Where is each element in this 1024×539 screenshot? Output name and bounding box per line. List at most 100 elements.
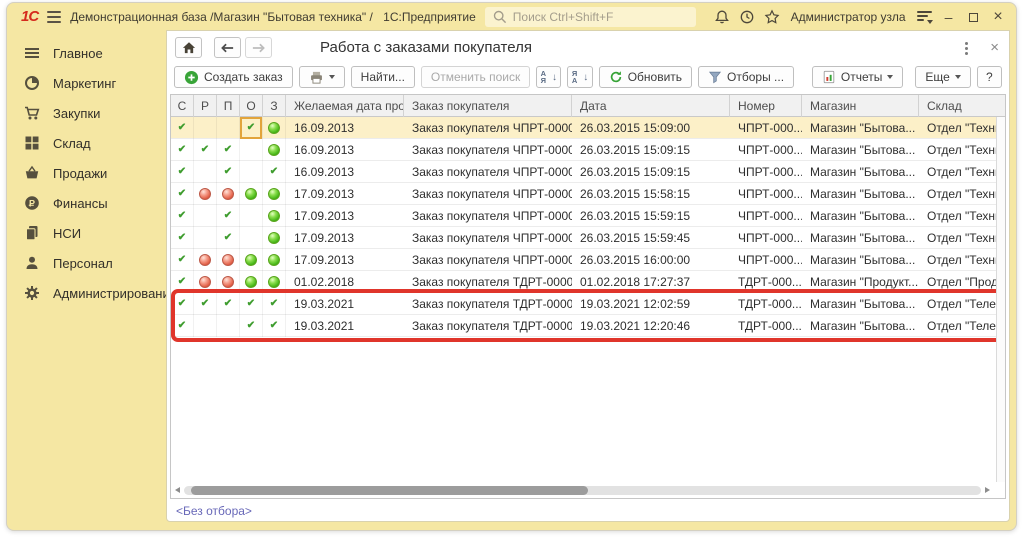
column-header-date[interactable]: Дата <box>572 95 730 117</box>
desired-date-cell[interactable]: 19.03.2021 <box>286 293 404 315</box>
status-cell[interactable] <box>194 161 217 183</box>
status-cell[interactable] <box>240 227 263 249</box>
status-cell[interactable] <box>217 315 240 337</box>
status-cell[interactable] <box>240 183 263 205</box>
status-cell[interactable] <box>217 183 240 205</box>
warehouse-cell[interactable]: Отдел "Техника д <box>919 227 996 249</box>
desired-date-cell[interactable]: 17.09.2013 <box>286 183 404 205</box>
status-cell[interactable] <box>263 205 286 227</box>
number-cell[interactable]: ЧПРТ-000... <box>730 139 802 161</box>
column-header-r[interactable]: Р <box>194 95 217 117</box>
status-cell[interactable]: ✔ <box>217 205 240 227</box>
status-cell[interactable]: ✔ <box>171 293 194 315</box>
order-cell[interactable]: Заказ покупателя ЧПРТ-00000... <box>404 161 572 183</box>
status-cell[interactable] <box>194 183 217 205</box>
sidebar-item-sklad[interactable]: Склад <box>7 128 166 158</box>
shop-cell[interactable]: Магазин "Бытова... <box>802 249 919 271</box>
cancel-search-button[interactable]: Отменить поиск <box>421 66 530 88</box>
shop-cell[interactable]: Магазин "Бытова... <box>802 315 919 337</box>
column-header-order[interactable]: Заказ покупателя <box>404 95 572 117</box>
table-row[interactable]: ✔✔✔16.09.2013Заказ покупателя ЧПРТ-00000… <box>171 161 996 183</box>
status-cell[interactable]: ✔ <box>217 139 240 161</box>
status-cell[interactable] <box>240 161 263 183</box>
status-cell[interactable] <box>240 139 263 161</box>
desired-date-cell[interactable]: 16.09.2013 <box>286 139 404 161</box>
create-order-button[interactable]: Создать заказ <box>174 66 293 88</box>
sort-ascending-button[interactable]: АЯ↓ <box>536 66 561 88</box>
table-row[interactable]: ✔✔✔✔✔19.03.2021Заказ покупателя ТДРТ-000… <box>171 293 996 315</box>
warehouse-cell[interactable]: Отдел "Техника д <box>919 139 996 161</box>
warehouse-cell[interactable]: Отдел "Телевизо <box>919 315 996 337</box>
sidebar-item-nsi[interactable]: НСИ <box>7 218 166 248</box>
status-cell[interactable]: ✔ <box>171 227 194 249</box>
status-cell[interactable]: ✔ <box>240 293 263 315</box>
desired-date-cell[interactable]: 16.09.2013 <box>286 117 404 139</box>
column-header-number[interactable]: Номер <box>730 95 802 117</box>
column-header-desired-date[interactable]: Желаемая дата продажи <box>286 95 404 117</box>
global-search[interactable] <box>485 7 696 27</box>
sidebar-item-administrirovanie[interactable]: Администрирование <box>7 278 166 308</box>
desired-date-cell[interactable]: 16.09.2013 <box>286 161 404 183</box>
order-cell[interactable]: Заказ покупателя ТДРТ-000001... <box>404 271 572 293</box>
status-cell[interactable]: ✔ <box>263 161 286 183</box>
status-cell[interactable] <box>194 249 217 271</box>
search-input[interactable] <box>513 10 689 24</box>
status-cell[interactable] <box>217 249 240 271</box>
date-cell[interactable]: 26.03.2015 15:59:15 <box>572 205 730 227</box>
date-cell[interactable]: 19.03.2021 12:20:46 <box>572 315 730 337</box>
table-row[interactable]: ✔17.09.2013Заказ покупателя ЧПРТ-00000..… <box>171 249 996 271</box>
status-cell[interactable] <box>194 117 217 139</box>
column-header-warehouse[interactable]: Склад <box>919 95 1005 117</box>
sidebar-item-prodazhi[interactable]: Продажи <box>7 158 166 188</box>
service-menu-icon[interactable] <box>917 11 932 23</box>
history-icon[interactable] <box>739 8 755 25</box>
table-row[interactable]: ✔01.02.2018Заказ покупателя ТДРТ-000001.… <box>171 271 996 293</box>
status-cell[interactable] <box>240 271 263 293</box>
refresh-button[interactable]: Обновить <box>599 66 692 88</box>
vertical-scrollbar[interactable] <box>996 117 1005 482</box>
scroll-left-arrow-icon[interactable] <box>175 487 180 493</box>
table-row[interactable]: ✔✔✔19.03.2021Заказ покупателя ТДРТ-00000… <box>171 315 996 337</box>
column-header-z[interactable]: З <box>263 95 286 117</box>
help-button[interactable]: ? <box>977 66 1002 88</box>
warehouse-cell[interactable]: Отдел "Продукты <box>919 271 996 293</box>
warehouse-cell[interactable]: Отдел "Техника д <box>919 161 996 183</box>
table-row[interactable]: ✔✔16.09.2013Заказ покупателя ЧПРТ-00000.… <box>171 117 996 139</box>
status-cell[interactable] <box>263 117 286 139</box>
current-user[interactable]: Администратор узла <box>791 10 906 24</box>
status-cell[interactable] <box>263 227 286 249</box>
date-cell[interactable]: 01.02.2018 17:27:37 <box>572 271 730 293</box>
status-cell[interactable]: ✔ <box>171 183 194 205</box>
desired-date-cell[interactable]: 17.09.2013 <box>286 249 404 271</box>
status-cell[interactable]: ✔ <box>217 227 240 249</box>
shop-cell[interactable]: Магазин "Бытова... <box>802 161 919 183</box>
sort-descending-button[interactable]: ЯА↓ <box>567 66 592 88</box>
minimize-button[interactable]: – <box>941 10 957 24</box>
status-cell[interactable]: ✔ <box>194 293 217 315</box>
desired-date-cell[interactable]: 17.09.2013 <box>286 205 404 227</box>
date-cell[interactable]: 26.03.2015 15:09:15 <box>572 139 730 161</box>
main-menu-icon[interactable] <box>47 8 61 26</box>
status-cell[interactable]: ✔ <box>263 293 286 315</box>
scroll-right-arrow-icon[interactable] <box>985 487 990 493</box>
more-button[interactable]: Еще <box>915 66 970 88</box>
status-cell[interactable] <box>217 117 240 139</box>
status-cell[interactable] <box>263 271 286 293</box>
sidebar-item-finansy[interactable]: Р Финансы <box>7 188 166 218</box>
status-cell[interactable]: ✔ <box>171 271 194 293</box>
status-cell[interactable]: ✔ <box>171 117 194 139</box>
status-cell[interactable] <box>194 227 217 249</box>
status-cell[interactable]: ✔ <box>263 315 286 337</box>
date-cell[interactable]: 26.03.2015 15:59:45 <box>572 227 730 249</box>
desired-date-cell[interactable]: 19.03.2021 <box>286 315 404 337</box>
status-cell[interactable] <box>194 315 217 337</box>
find-button[interactable]: Найти... <box>351 66 415 88</box>
desired-date-cell[interactable]: 17.09.2013 <box>286 227 404 249</box>
back-button[interactable] <box>214 37 241 58</box>
status-cell[interactable]: ✔ <box>194 139 217 161</box>
date-cell[interactable]: 26.03.2015 16:00:00 <box>572 249 730 271</box>
column-header-shop[interactable]: Магазин <box>802 95 919 117</box>
print-button[interactable] <box>299 66 345 88</box>
shop-cell[interactable]: Магазин "Бытова... <box>802 293 919 315</box>
status-cell[interactable] <box>263 183 286 205</box>
